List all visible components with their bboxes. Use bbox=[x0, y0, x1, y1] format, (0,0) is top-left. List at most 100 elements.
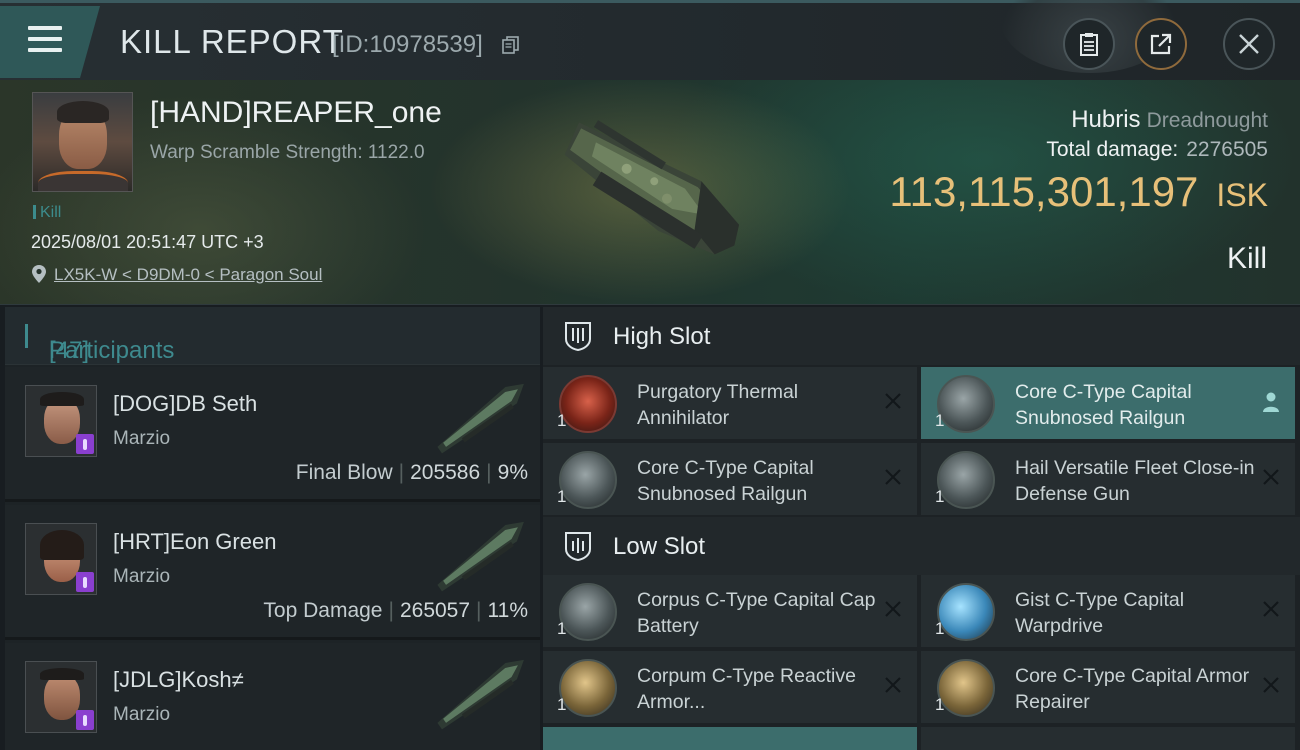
close-icon[interactable] bbox=[883, 599, 903, 619]
close-icon[interactable] bbox=[883, 391, 903, 411]
ship-type: Hubris bbox=[1071, 106, 1141, 133]
low-slot-label: Low Slot bbox=[613, 533, 706, 560]
result-label: Kill bbox=[1226, 242, 1267, 275]
module-name: Purgatory Thermal Annihilator bbox=[637, 381, 799, 429]
high-slot-header: High Slot bbox=[543, 307, 1300, 365]
participant-row[interactable]: [JDLG]Kosh≠ Marzio bbox=[5, 643, 540, 750]
victim-name[interactable]: [HAND]REAPER_one bbox=[150, 96, 442, 130]
low-slot-header: Low Slot bbox=[543, 517, 1300, 575]
isk-amount: 113,115,301,197 bbox=[889, 168, 1199, 215]
railgun-icon bbox=[937, 375, 995, 433]
module-qty: 1 bbox=[557, 487, 567, 506]
close-icon[interactable] bbox=[1261, 599, 1281, 619]
clipboard-button[interactable] bbox=[1063, 18, 1115, 70]
module-item[interactable]: 1 Corpum C-Type Reactive Armor... bbox=[543, 651, 917, 723]
role-badge-icon bbox=[76, 572, 94, 592]
participant-avatar bbox=[25, 661, 97, 733]
railgun-icon bbox=[559, 451, 617, 509]
kill-datetime: 2025/08/01 20:51:47 UTC +3 bbox=[31, 232, 264, 252]
module-name: Hail Versatile Fleet Close-in Defense Gu… bbox=[1015, 457, 1255, 505]
module-name: Corpus C-Type Capital Cap Battery bbox=[637, 589, 876, 637]
top-bar: KILL REPORT [ID:10978539] bbox=[0, 0, 1300, 80]
copy-icon[interactable] bbox=[502, 36, 520, 54]
module-name: Core C-Type Capital Snubnosed Railgun bbox=[1015, 381, 1192, 429]
clipboard-icon bbox=[1080, 33, 1098, 56]
participant-row[interactable]: [DOG]DB Seth Marzio Final Blow | 205586 | 9% bbox=[5, 367, 540, 502]
module-item[interactable]: 1 Core C-Type Capital Armor Repairer bbox=[921, 651, 1295, 723]
participant-stats: Top Damage | 265057 | 11% bbox=[263, 599, 528, 622]
menu-button[interactable] bbox=[0, 6, 100, 78]
participant-name: [DOG]DB Seth bbox=[113, 391, 258, 416]
armor-repairer-icon bbox=[937, 659, 995, 717]
module-qty: 1 bbox=[935, 695, 945, 714]
participant-ship: Marzio bbox=[113, 704, 171, 725]
module-item[interactable]: 1 Gist C-Type Capital Warpdrive bbox=[921, 575, 1295, 647]
ship-name[interactable]: Hubris Dreadnought bbox=[1071, 106, 1268, 134]
module-item-partial[interactable] bbox=[543, 727, 917, 750]
participant-name: [HRT]Eon Green bbox=[113, 529, 277, 554]
share-button[interactable] bbox=[1135, 18, 1187, 70]
kill-location-link[interactable]: LX5K-W < D9DM-0 < Paragon Soul bbox=[54, 265, 322, 285]
kill-report-screen: KILL REPORT [ID:10978539] [HAND]REAPER_o… bbox=[0, 0, 1300, 750]
share-icon bbox=[1150, 33, 1172, 55]
participant-ship-icon bbox=[437, 521, 524, 592]
page-title: KILL REPORT bbox=[120, 23, 344, 60]
participant-stat-label: Final Blow bbox=[295, 461, 393, 484]
kill-tag: Kill bbox=[33, 204, 61, 222]
fitting-panel: High Slot 1 Purgatory Thermal Annihilato… bbox=[543, 307, 1300, 750]
participants-count: [47] bbox=[49, 337, 90, 364]
participant-stats: Final Blow | 205586 | 9% bbox=[295, 461, 528, 484]
participant-ship: Marzio bbox=[113, 428, 171, 449]
participant-ship: Marzio bbox=[113, 566, 171, 587]
module-item[interactable]: 1 Hail Versatile Fleet Close-in Defense … bbox=[921, 443, 1295, 515]
module-item-selected[interactable]: 1 Core C-Type Capital Snubnosed Railgun bbox=[921, 367, 1295, 439]
participant-ship-icon bbox=[437, 383, 524, 454]
high-slot-label: High Slot bbox=[613, 323, 711, 350]
module-item[interactable]: 1 Core C-Type Capital Snubnosed Railgun bbox=[543, 443, 917, 515]
module-item-partial[interactable] bbox=[921, 727, 1295, 750]
module-qty: 1 bbox=[557, 619, 567, 638]
reactive-armor-icon bbox=[559, 659, 617, 717]
role-badge-icon bbox=[76, 434, 94, 454]
module-name: Gist C-Type Capital Warpdrive bbox=[1015, 589, 1185, 637]
participant-avatar bbox=[25, 385, 97, 457]
close-icon bbox=[1239, 34, 1259, 54]
participants-header: Participants [47] bbox=[5, 307, 540, 365]
total-damage-label: Total damage: bbox=[1046, 138, 1179, 161]
close-icon[interactable] bbox=[883, 467, 903, 487]
module-name: Core C-Type Capital Armor Repairer bbox=[1015, 665, 1250, 713]
close-button[interactable] bbox=[1223, 18, 1275, 70]
person-icon[interactable] bbox=[1261, 391, 1281, 413]
isk-value: 113,115,301,197 ISK bbox=[889, 168, 1268, 216]
close-icon[interactable] bbox=[1261, 467, 1281, 487]
module-qty: 1 bbox=[557, 695, 567, 714]
participant-row[interactable]: [HRT]Eon Green Marzio Top Damage | 265057 |… bbox=[5, 505, 540, 640]
participant-name: [JDLG]Kosh≠ bbox=[113, 667, 244, 692]
module-item[interactable]: 1 Corpus C-Type Capital Cap Battery bbox=[543, 575, 917, 647]
defense-gun-icon bbox=[937, 451, 995, 509]
module-name: Core C-Type Capital Snubnosed Railgun bbox=[637, 457, 814, 505]
participant-percent: 11% bbox=[487, 599, 528, 622]
close-icon[interactable] bbox=[883, 675, 903, 695]
module-qty: 1 bbox=[935, 411, 945, 430]
participant-avatar bbox=[25, 523, 97, 595]
dreadnought-ship-image bbox=[564, 120, 740, 255]
participant-damage: 265057 bbox=[399, 599, 471, 622]
participant-stat-label: Top Damage bbox=[263, 599, 383, 622]
module-qty: 1 bbox=[935, 487, 945, 506]
participants-panel: Participants [47] [DOG]DB Seth Marzio Fi… bbox=[5, 307, 540, 750]
thermal-annihilator-icon bbox=[559, 375, 617, 433]
participant-ship-icon bbox=[437, 659, 524, 730]
location-pin-icon bbox=[32, 265, 46, 283]
close-icon[interactable] bbox=[1261, 675, 1281, 695]
module-qty: 1 bbox=[557, 411, 567, 430]
participant-damage: 205586 bbox=[410, 461, 481, 484]
warpdrive-icon bbox=[937, 583, 995, 641]
module-item[interactable]: 1 Purgatory Thermal Annihilator bbox=[543, 367, 917, 439]
low-slot-icon bbox=[565, 532, 591, 562]
module-name: Corpum C-Type Reactive Armor... bbox=[637, 665, 856, 713]
warp-scramble-strength: Warp Scramble Strength: 1122.0 bbox=[150, 142, 425, 163]
isk-unit: ISK bbox=[1216, 177, 1268, 213]
module-qty: 1 bbox=[935, 619, 945, 638]
victim-portrait[interactable] bbox=[32, 92, 133, 192]
